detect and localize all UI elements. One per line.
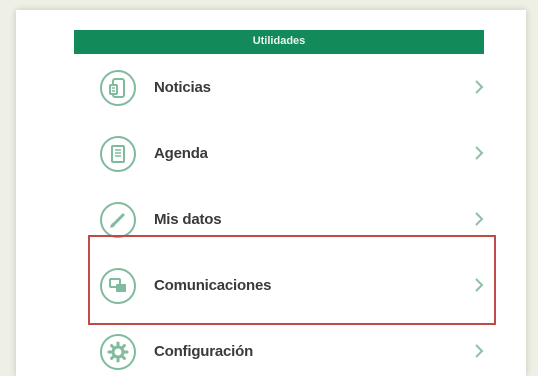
icon-badge [100, 136, 136, 172]
chevron-right-icon [475, 344, 484, 358]
menu-item-comunicaciones[interactable]: Comunicaciones [96, 260, 486, 316]
section-header: Utilidades [74, 30, 484, 54]
icon-badge [100, 268, 136, 304]
chat-bubbles-icon [109, 278, 126, 292]
chevron-right-icon [475, 80, 484, 94]
phone-news-icon [109, 78, 125, 98]
pencil-icon [110, 213, 125, 228]
menu-item-label: Noticias [154, 79, 211, 96]
notebook-icon [111, 145, 125, 163]
section-title: Utilidades [252, 35, 306, 47]
screenshot-stage: Utilidades Noticias Agenda Mis datos Com… [0, 0, 538, 376]
menu-panel: Utilidades Noticias Agenda Mis datos Com… [16, 10, 526, 376]
menu-item-label: Agenda [154, 145, 208, 162]
icon-badge [100, 202, 136, 238]
chevron-right-icon [475, 212, 484, 226]
gear-icon [107, 341, 129, 363]
menu-item-agenda[interactable]: Agenda [96, 128, 486, 184]
menu-item-label: Comunicaciones [154, 277, 272, 294]
icon-badge [100, 334, 136, 370]
menu-item-label: Mis datos [154, 211, 222, 228]
menu-item-label: Configuración [154, 343, 254, 360]
chevron-right-icon [475, 278, 484, 292]
menu-item-mis-datos[interactable]: Mis datos [96, 194, 486, 250]
chevron-right-icon [475, 146, 484, 160]
icon-badge [100, 70, 136, 106]
menu-item-noticias[interactable]: Noticias [96, 62, 486, 118]
menu-item-configuracion[interactable]: Configuración [96, 326, 486, 376]
